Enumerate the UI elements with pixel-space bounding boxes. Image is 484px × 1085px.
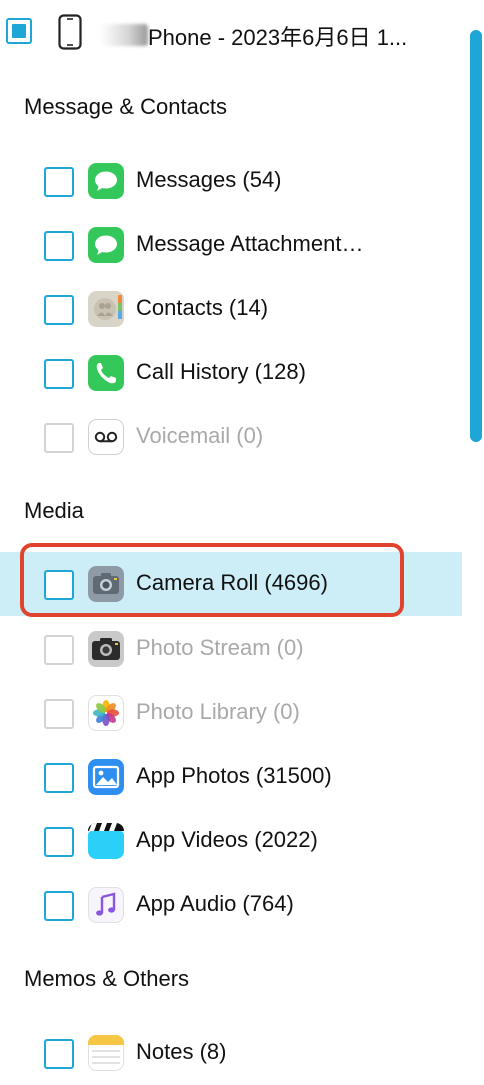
section-header-memos-others: Memos & Others xyxy=(24,966,190,991)
item-label: App Videos (2022) xyxy=(136,827,318,852)
item-label: Photo Stream (0) xyxy=(136,635,304,660)
photos-icon xyxy=(88,695,124,731)
item-message-attachments[interactable]: Message Attachment… xyxy=(0,213,462,277)
checkbox[interactable] xyxy=(44,1039,74,1069)
section-header-media: Media xyxy=(24,498,84,523)
clapper-icon xyxy=(88,823,124,859)
item-photo-library[interactable]: Photo Library (0) xyxy=(0,681,462,745)
iphone-icon xyxy=(58,14,82,50)
item-notes[interactable]: Notes (8) xyxy=(0,1021,462,1085)
redacted-device-name xyxy=(100,24,148,46)
item-call-history[interactable]: Call History (128) xyxy=(0,341,462,405)
device-label: Phone - 2023年6月6日 1... xyxy=(148,25,408,50)
item-label: Notes (8) xyxy=(136,1039,227,1064)
device-row[interactable]: Phone - 2023年6月6日 1... xyxy=(0,0,470,68)
item-label: Messages (54) xyxy=(136,167,282,192)
item-voicemail[interactable]: Voicemail (0) xyxy=(0,405,462,469)
image-icon xyxy=(88,759,124,795)
checkbox[interactable] xyxy=(44,891,74,921)
item-label: App Photos (31500) xyxy=(136,763,332,788)
checkbox[interactable] xyxy=(44,167,74,197)
item-label: Message Attachment… xyxy=(136,231,364,256)
item-label: Photo Library (0) xyxy=(136,699,300,724)
item-app-photos[interactable]: App Photos (31500) xyxy=(0,745,462,809)
contacts-icon xyxy=(88,291,124,327)
item-app-videos[interactable]: App Videos (2022) xyxy=(0,809,462,873)
device-checkbox[interactable] xyxy=(6,18,32,44)
notes-icon xyxy=(88,1035,124,1071)
messages-icon xyxy=(88,163,124,199)
section-header-message-contacts: Message & Contacts xyxy=(24,94,227,119)
checkbox[interactable] xyxy=(44,359,74,389)
checkbox[interactable] xyxy=(44,699,74,729)
checkbox[interactable] xyxy=(44,763,74,793)
checkbox[interactable] xyxy=(44,635,74,665)
music-note-icon xyxy=(88,887,124,923)
scrollbar-thumb[interactable] xyxy=(470,30,482,442)
item-label: Contacts (14) xyxy=(136,295,269,320)
checkbox[interactable] xyxy=(44,827,74,857)
checkbox[interactable] xyxy=(44,231,74,261)
item-messages[interactable]: Messages (54) xyxy=(0,149,462,213)
checkbox[interactable] xyxy=(44,423,74,453)
item-label: Voicemail (0) xyxy=(136,423,264,448)
item-label: App Audio (764) xyxy=(136,891,294,916)
highlight-box xyxy=(20,543,404,617)
message-attachments-icon xyxy=(88,227,124,263)
item-contacts[interactable]: Contacts (14) xyxy=(0,277,462,341)
photo-stream-icon xyxy=(88,631,124,667)
item-photo-stream[interactable]: Photo Stream (0) xyxy=(0,617,462,681)
checkbox[interactable] xyxy=(44,295,74,325)
voicemail-icon xyxy=(88,419,124,455)
phone-icon xyxy=(88,355,124,391)
item-label: Call History (128) xyxy=(136,359,306,384)
item-app-audio[interactable]: App Audio (764) xyxy=(0,873,462,937)
